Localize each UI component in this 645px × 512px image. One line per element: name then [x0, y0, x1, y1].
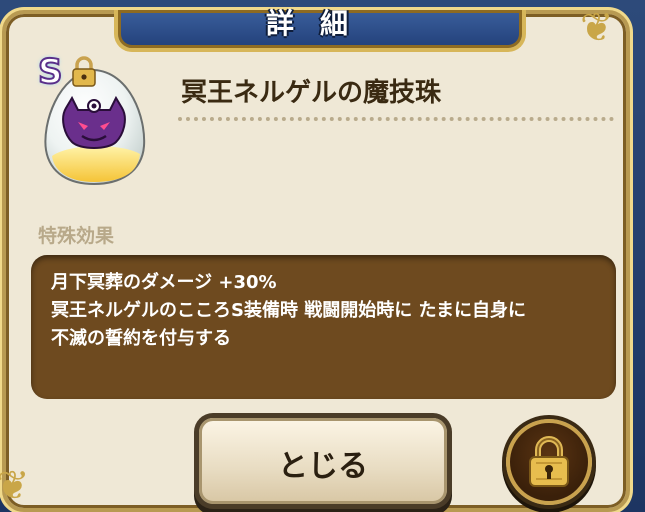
- effect-description: 月下冥葬のダメージ +30% 冥王ネルゲルのこころS装備時 戦闘開始時に たまに…: [51, 272, 526, 349]
- padlock-icon: [529, 436, 569, 487]
- item-name: 冥王ネルゲルの魔技珠: [181, 78, 442, 108]
- detail-panel: 詳細 ❦ ❦ S 冥王ネルゲルの魔技珠 特殊効果 月下冥葬のダメージ +30% …: [0, 5, 630, 512]
- header-tab: 詳細: [114, 7, 526, 52]
- fleur-ornament-icon: ❦: [0, 463, 30, 509]
- rank-badge: S: [37, 51, 63, 93]
- dialog-title: 詳細: [265, 7, 374, 40]
- lock-toggle-button[interactable]: [506, 419, 592, 505]
- close-button[interactable]: とじる: [199, 418, 447, 504]
- special-effect-label: 特殊効果: [38, 225, 115, 247]
- fleur-ornament-icon: ❦: [580, 5, 614, 51]
- dialog-frame: 詳細 ❦ ❦ S 冥王ネルゲルの魔技珠 特殊効果 月下冥葬のダメージ +30% …: [0, 0, 645, 512]
- close-button-label: とじる: [278, 449, 368, 484]
- effect-description-box: 月下冥葬のダメージ +30% 冥王ネルゲルのこころS装備時 戦闘開始時に たまに…: [31, 255, 616, 399]
- divider: [178, 117, 614, 121]
- lock-icon: [72, 56, 96, 87]
